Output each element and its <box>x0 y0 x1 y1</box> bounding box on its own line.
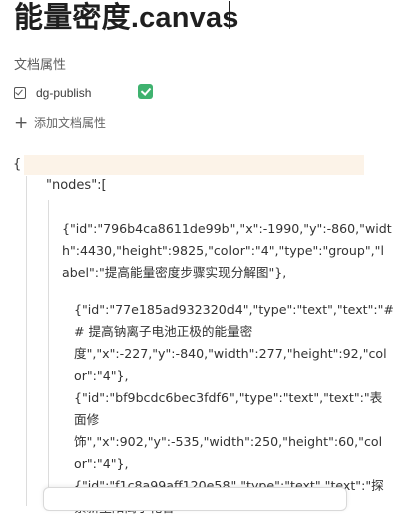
property-name[interactable]: dg-publish <box>36 86 91 100</box>
property-value-checkbox[interactable] <box>138 84 153 99</box>
code-line: {"id":"796b4ca8611de99b","x":-1990,"y":-… <box>62 221 392 236</box>
code-line: abel":"提高能量密度步骤实现分解图"}, <box>62 265 287 280</box>
code-line: 面修 <box>74 412 100 427</box>
code-editor[interactable]: { "nodes":[ {"id":"796b4ca8611de99b","x"… <box>0 150 396 515</box>
properties-heading[interactable]: 文档属性 <box>14 54 66 73</box>
code-line: {"id":"77e185ad932320d4","type":"text","… <box>74 302 394 317</box>
code-line: 度","x":-227,"y":-840,"width":277,"height… <box>74 346 387 361</box>
code-line: or":"4"}, <box>74 456 129 471</box>
code-line: or":"4"}, <box>74 368 129 383</box>
checkbox-property-icon[interactable] <box>14 87 26 99</box>
code-line: # 提高钠离子电池正极的能量密 <box>74 324 253 339</box>
code-line: h":4430,"height":9825,"color":"4","type"… <box>62 243 384 258</box>
active-line-highlight <box>24 155 364 175</box>
plus-icon: + <box>14 112 29 133</box>
note-title-extension: .canvas <box>130 2 239 34</box>
code-nodes-key: "nodes":[ <box>46 178 107 193</box>
note-title[interactable]: 能量密度.canvas <box>14 0 239 36</box>
code-line: {"id":"bf9bcdc6bec3fdf6","type":"text","… <box>74 390 383 405</box>
add-property-label: 添加文档属性 <box>34 116 107 130</box>
indent-guide <box>48 200 49 500</box>
note-title-cjk: 能量密度 <box>14 0 131 34</box>
indent-guide <box>26 176 27 506</box>
text-cursor <box>229 1 230 29</box>
code-line: 饰","x":902,"y":-535,"width":250,"height"… <box>74 434 383 449</box>
code-open-brace: { <box>13 157 22 172</box>
add-property-button[interactable]: + 添加文档属性 <box>14 114 106 131</box>
bottom-floating-toolbar[interactable] <box>43 487 347 511</box>
